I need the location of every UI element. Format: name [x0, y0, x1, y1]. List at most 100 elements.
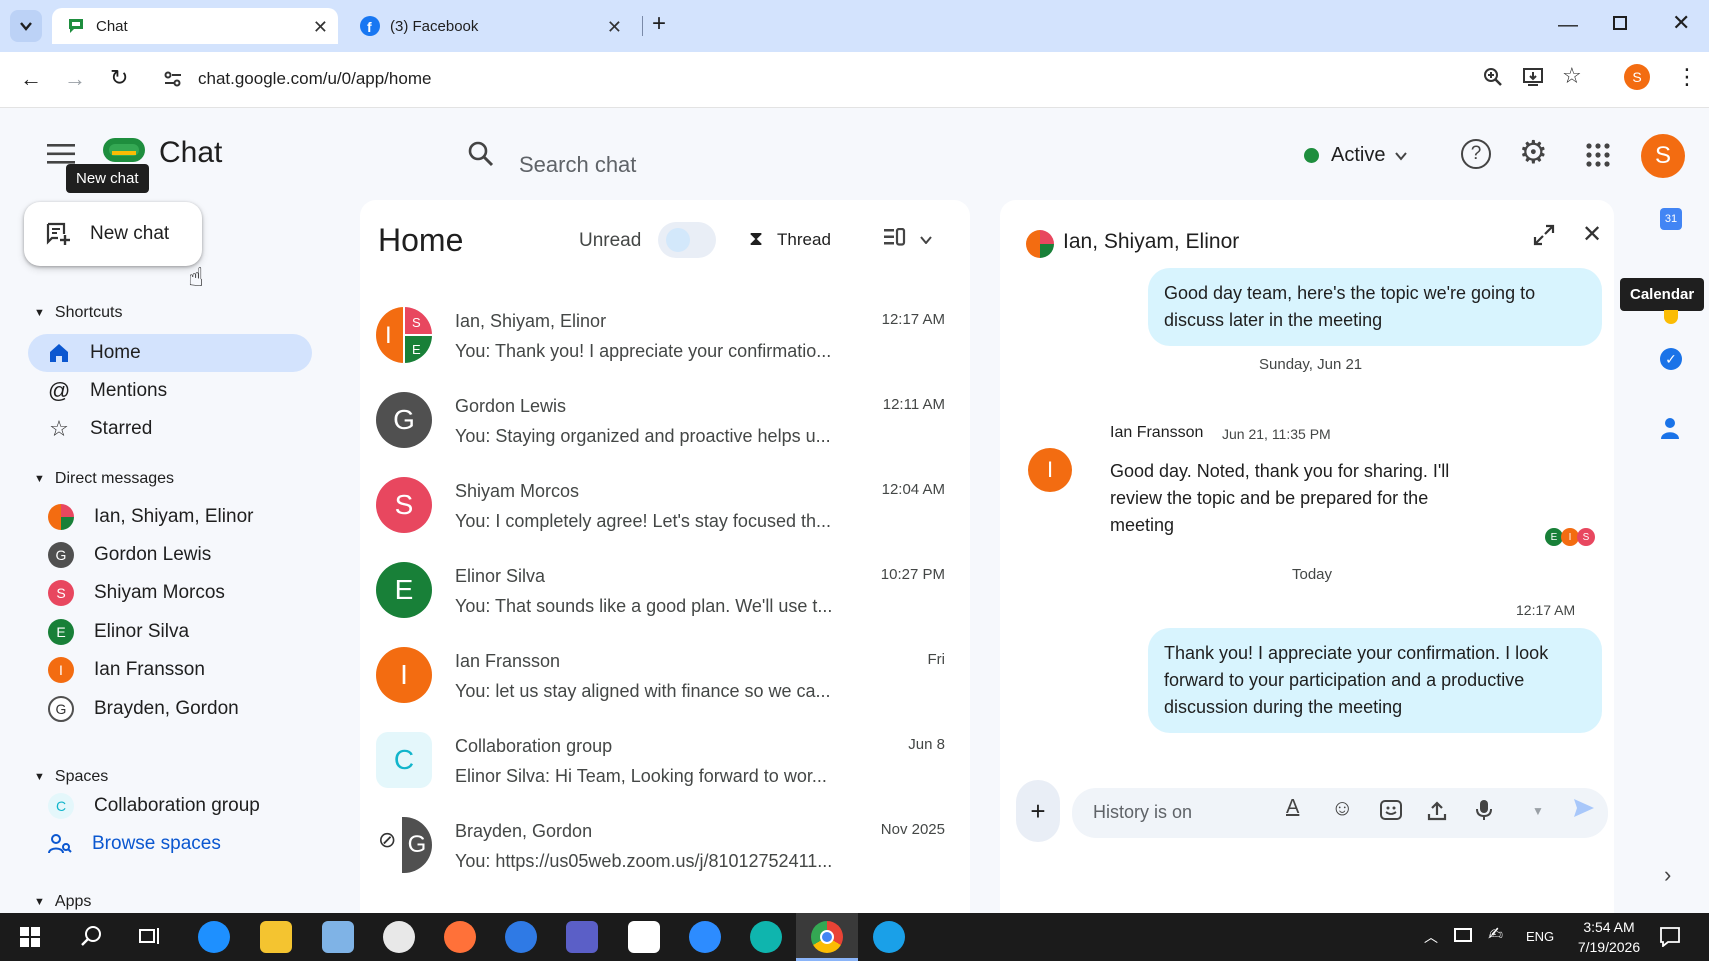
search-icon[interactable]	[467, 140, 495, 168]
browse-spaces-link[interactable]: Browse spaces	[28, 825, 312, 863]
zoom-icon[interactable]	[1482, 66, 1504, 88]
sidebar-item-mentions[interactable]: @ Mentions	[28, 372, 312, 410]
list-item[interactable]: S Shiyam Morcos You: I completely agree!…	[376, 463, 951, 547]
tab-chat[interactable]: Chat ✕	[52, 8, 338, 44]
sidebar-item-starred[interactable]: ☆ Starred	[28, 410, 312, 448]
microphone-icon[interactable]	[1476, 799, 1492, 821]
status-label: Active	[1331, 144, 1386, 166]
notepad-icon[interactable]	[322, 921, 354, 953]
notifications-icon[interactable]	[1660, 927, 1680, 947]
window-close-button[interactable]: ✕	[1672, 10, 1690, 36]
sidebar-item-space[interactable]: C Collaboration group	[28, 787, 312, 825]
sidebar-item-dm[interactable]: G Gordon Lewis	[28, 536, 312, 574]
pen-icon[interactable]: ✍	[1488, 924, 1503, 945]
windows-start-icon[interactable]	[20, 927, 40, 947]
list-item[interactable]: I Ian Fransson You: let us stay aligned …	[376, 633, 951, 717]
sidebar-item-home[interactable]: Home	[28, 334, 312, 372]
thunderbird-icon[interactable]	[505, 921, 537, 953]
expand-side-panel-icon[interactable]: ›	[1664, 862, 1671, 888]
app-icon[interactable]	[750, 921, 782, 953]
network-icon[interactable]	[1454, 928, 1472, 942]
view-options-button[interactable]	[884, 228, 932, 246]
send-icon[interactable]	[1573, 798, 1595, 818]
apps-heading[interactable]: ▼ Apps	[34, 893, 91, 911]
chat-app: Chat New chat Search chat Active ? ⚙ S N…	[0, 108, 1709, 913]
new-chat-button[interactable]: New chat	[24, 202, 202, 266]
conversation-time: Fri	[927, 651, 946, 668]
main-menu-icon[interactable]	[47, 144, 75, 164]
zoom-app-icon[interactable]	[689, 921, 721, 953]
thread-filter-button[interactable]: ⧗ Thread	[749, 228, 831, 251]
sidebar-item-dm[interactable]: G Brayden, Gordon	[28, 690, 312, 728]
back-icon[interactable]: ←	[20, 66, 42, 92]
chrome-icon-active[interactable]	[796, 913, 858, 961]
file-explorer-icon[interactable]	[260, 921, 292, 953]
edge-legacy-icon[interactable]	[198, 921, 230, 953]
avatar: G	[376, 392, 432, 448]
slack-icon[interactable]	[628, 921, 660, 953]
reload-icon[interactable]: ↻	[110, 65, 128, 91]
task-view-icon[interactable]	[139, 926, 161, 946]
text-format-icon[interactable]: A	[1286, 796, 1299, 819]
conversation-snippet: You: Staying organized and proactive hel…	[455, 426, 831, 446]
avatar: I	[376, 647, 432, 703]
tab-title: Chat	[96, 17, 128, 35]
sidebar-item-dm[interactable]: Ian, Shiyam, Elinor	[28, 498, 312, 536]
help-icon[interactable]: ?	[1461, 139, 1491, 169]
chevron-down-icon[interactable]: ▼	[1532, 804, 1544, 818]
add-attachment-button[interactable]: +	[1016, 780, 1060, 842]
language-indicator[interactable]: ENG	[1526, 929, 1554, 944]
list-item[interactable]: C Collaboration group Elinor Silva: Hi T…	[376, 718, 951, 802]
close-icon[interactable]: ✕	[607, 17, 622, 38]
unread-toggle[interactable]	[658, 222, 716, 258]
avatar: G	[402, 817, 432, 873]
teams-icon[interactable]	[566, 921, 598, 953]
minimize-button[interactable]: —	[1558, 14, 1578, 37]
shortcuts-heading[interactable]: ▼ Shortcuts	[34, 304, 122, 322]
forward-icon[interactable]: →	[64, 66, 86, 92]
conversation-time: Jun 8	[908, 736, 945, 753]
clock-date[interactable]: 7/19/2026	[1569, 939, 1649, 955]
upload-icon[interactable]	[1427, 801, 1447, 821]
settings-gear-icon[interactable]: ⚙	[1519, 136, 1548, 168]
apps-grid-icon[interactable]	[1586, 143, 1610, 167]
url-text[interactable]: chat.google.com/u/0/app/home	[198, 69, 431, 89]
account-avatar[interactable]: S	[1641, 134, 1685, 178]
list-item[interactable]: ⊘ G Brayden, Gordon You: https://us05web…	[376, 803, 951, 887]
list-item[interactable]: E Elinor Silva You: That sounds like a g…	[376, 548, 951, 632]
edge-icon[interactable]	[873, 921, 905, 953]
clock-time[interactable]: 3:54 AM	[1574, 919, 1644, 935]
calendar-icon[interactable]: 31	[1660, 208, 1682, 230]
tab-facebook[interactable]: f (3) Facebook ✕	[346, 8, 632, 44]
bookmark-star-icon[interactable]: ☆	[1562, 63, 1582, 89]
contacts-icon[interactable]	[1660, 416, 1680, 440]
tasks-icon[interactable]: ✓	[1660, 348, 1682, 370]
sidebar-item-dm[interactable]: I Ian Fransson	[28, 651, 312, 689]
close-icon[interactable]: ✕	[1582, 220, 1602, 249]
list-item[interactable]: G Gordon Lewis You: Staying organized an…	[376, 378, 951, 462]
close-icon[interactable]: ✕	[313, 17, 328, 38]
profile-avatar[interactable]: S	[1624, 64, 1650, 90]
calendar-tooltip: Calendar	[1620, 278, 1705, 311]
install-app-icon[interactable]	[1522, 66, 1544, 88]
paint-icon[interactable]	[383, 921, 415, 953]
sidebar-item-dm[interactable]: S Shiyam Morcos	[28, 574, 312, 612]
tray-chevron-icon[interactable]: ︿	[1424, 927, 1438, 947]
spaces-heading[interactable]: ▼ Spaces	[34, 768, 108, 786]
restore-button[interactable]	[1613, 16, 1627, 30]
emoji-icon[interactable]: ☺	[1331, 795, 1353, 821]
search-input[interactable]: Search chat	[519, 152, 636, 178]
new-tab-button[interactable]: +	[652, 10, 666, 38]
taskbar-search-icon[interactable]	[80, 925, 102, 947]
list-item[interactable]: I S E Ian, Shiyam, Elinor You: Thank you…	[376, 293, 951, 377]
gif-sticker-icon[interactable]	[1380, 800, 1402, 820]
tab-search-button[interactable]	[10, 10, 42, 42]
sidebar-item-dm[interactable]: E Elinor Silva	[28, 613, 312, 651]
direct-messages-heading[interactable]: ▼ Direct messages	[34, 470, 174, 488]
keep-icon[interactable]	[1664, 310, 1678, 324]
site-settings-icon[interactable]	[163, 69, 183, 89]
firefox-icon[interactable]	[444, 921, 476, 953]
status-selector[interactable]: Active	[1304, 144, 1408, 167]
open-full-icon[interactable]	[1533, 224, 1555, 246]
browser-menu-icon[interactable]: ⋮	[1676, 64, 1698, 90]
